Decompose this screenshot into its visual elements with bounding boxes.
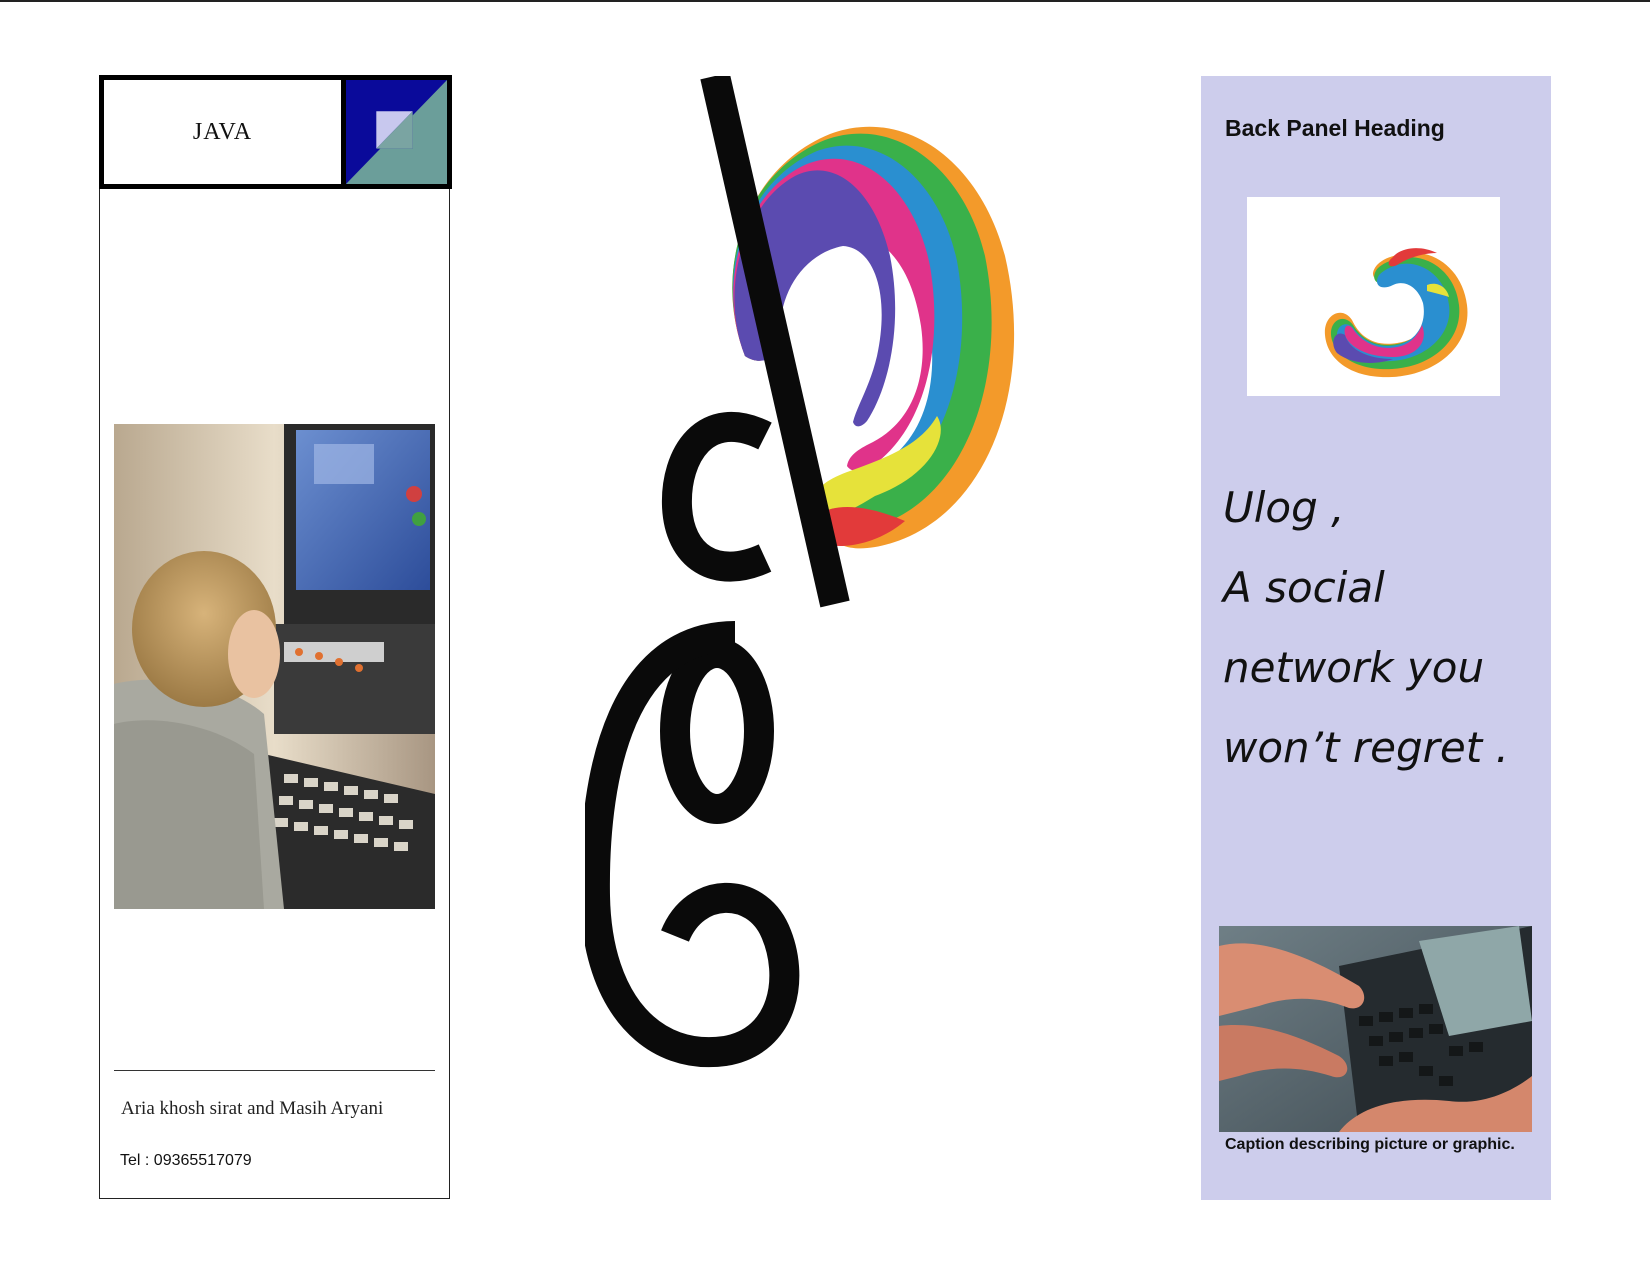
slogan-line: network you xyxy=(1223,643,1485,692)
right-panel: Back Panel Heading Ulog , A social netwo… xyxy=(1201,76,1551,1200)
slogan: Ulog , A social network you won’t regret… xyxy=(1223,468,1543,788)
header-box: JAVA xyxy=(99,75,452,189)
hands-typing-handheld-device-photo xyxy=(1219,926,1532,1132)
slogan-line: won’t regret . xyxy=(1223,723,1509,772)
phone-text: Tel : 09365517079 xyxy=(120,1152,252,1169)
left-panel: JAVA Aria khosh sirat and Masih Aryani T… xyxy=(99,75,452,1199)
slogan-line: A social xyxy=(1223,563,1385,612)
slogan-line: Ulog , xyxy=(1223,483,1345,532)
rainbow-swirl-icon xyxy=(1324,248,1468,378)
photo-caption: Caption describing picture or graphic. xyxy=(1225,1136,1515,1153)
back-panel-heading: Back Panel Heading xyxy=(1225,115,1445,141)
header-label: JAVA xyxy=(104,80,346,184)
top-rule xyxy=(0,0,1650,2)
square-emblem-icon xyxy=(346,80,447,184)
authors-text: Aria khosh sirat and Masih Aryani xyxy=(121,1098,384,1119)
logo-card xyxy=(1247,197,1500,396)
divider xyxy=(114,1070,435,1071)
child-at-computer-photo xyxy=(114,424,435,909)
rainbow-swirl-logo xyxy=(585,76,1015,1068)
